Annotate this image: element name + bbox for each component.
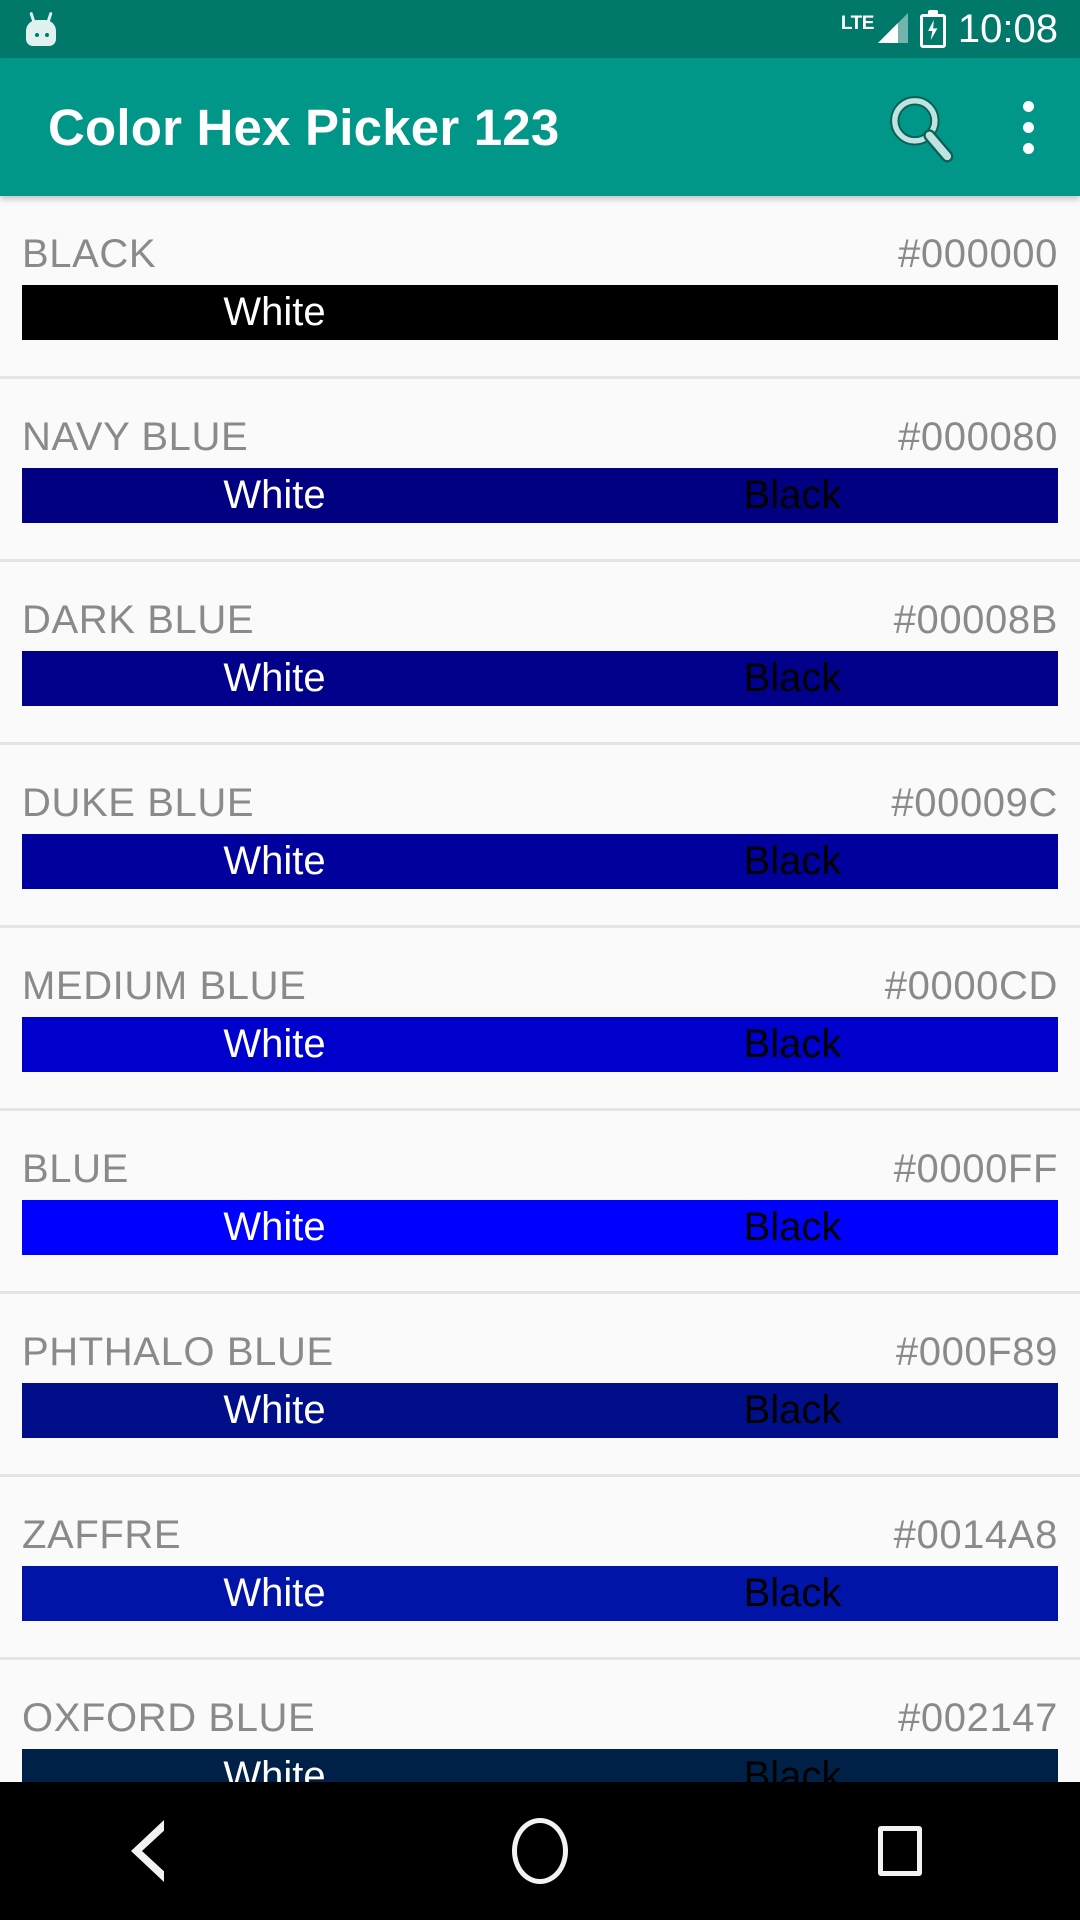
back-button[interactable]: [80, 1782, 280, 1920]
swatch-white-label: White: [223, 290, 326, 334]
more-vert-icon[interactable]: [976, 58, 1080, 196]
color-row-header: PHTHALO BLUE #000F89: [0, 1294, 1080, 1383]
color-hex-value: #0000FF: [893, 1147, 1058, 1191]
page-title: Color Hex Picker 123: [48, 98, 560, 156]
color-row-header: BLUE #0000FF: [0, 1111, 1080, 1200]
color-swatch[interactable]: White Black: [22, 1017, 1058, 1072]
color-hex-value: #000F89: [895, 1330, 1058, 1374]
status-bar-clock: 10:08: [957, 7, 1058, 51]
signal-bars-icon: [870, 11, 908, 49]
swatch-black-label: Black: [743, 839, 842, 883]
color-swatch[interactable]: White Black: [22, 834, 1058, 889]
color-swatch[interactable]: White Black: [22, 651, 1058, 706]
color-name: DARK BLUE: [22, 598, 255, 642]
color-list-item[interactable]: ZAFFRE #0014A8 White Black: [0, 1474, 1080, 1621]
app-bar: Color Hex Picker 123: [0, 58, 1080, 196]
phone-screen: LTE 10:08 Color Hex Picker 123 BLACK #00…: [0, 0, 1080, 1920]
color-list-item[interactable]: OXFORD BLUE #002147 White Black: [0, 1657, 1080, 1782]
swatch-black-label: Black: [743, 1754, 842, 1782]
color-list-item[interactable]: MEDIUM BLUE #0000CD White Black: [0, 925, 1080, 1072]
navigation-bar: [0, 1782, 1080, 1920]
color-list-item[interactable]: NAVY BLUE #000080 White Black: [0, 376, 1080, 523]
color-hex-value: #0000CD: [884, 964, 1058, 1008]
color-row-header: DARK BLUE #00008B: [0, 562, 1080, 651]
swatch-black-label: Black: [743, 1205, 842, 1249]
color-name: MEDIUM BLUE: [22, 964, 307, 1008]
color-row-header: MEDIUM BLUE #0000CD: [0, 928, 1080, 1017]
color-name: ZAFFRE: [22, 1513, 182, 1557]
color-name: OXFORD BLUE: [22, 1696, 316, 1740]
color-list-item[interactable]: DARK BLUE #00008B White Black: [0, 559, 1080, 706]
battery-charging-icon: [919, 10, 946, 48]
color-swatch[interactable]: White Black: [22, 1566, 1058, 1621]
color-name: BLUE: [22, 1147, 129, 1191]
recents-button[interactable]: [800, 1782, 1000, 1920]
recents-square-icon: [878, 1826, 922, 1876]
swatch-black-label: Black: [743, 473, 842, 517]
color-row-header: BLACK #000000: [0, 196, 1080, 285]
swatch-white-label: White: [223, 473, 326, 517]
color-hex-value: #00008B: [893, 598, 1058, 642]
swatch-white-label: White: [223, 656, 326, 700]
color-list-item[interactable]: BLACK #000000 White: [0, 196, 1080, 340]
color-list-item[interactable]: PHTHALO BLUE #000F89 White Black: [0, 1291, 1080, 1438]
color-row-header: OXFORD BLUE #002147: [0, 1660, 1080, 1749]
swatch-white-label: White: [223, 1205, 326, 1249]
color-swatch[interactable]: White Black: [22, 468, 1058, 523]
color-hex-value: #00009C: [891, 781, 1058, 825]
color-swatch[interactable]: White Black: [22, 1749, 1058, 1782]
search-button[interactable]: [866, 58, 976, 196]
swatch-white-label: White: [223, 1388, 326, 1432]
color-name: BLACK: [22, 232, 157, 276]
home-button[interactable]: [440, 1782, 640, 1920]
color-swatch[interactable]: White: [22, 285, 1058, 340]
swatch-white-label: White: [223, 839, 326, 883]
swatch-white-label: White: [223, 1022, 326, 1066]
color-hex-value: #000000: [898, 232, 1058, 276]
color-row-header: DUKE BLUE #00009C: [0, 745, 1080, 834]
color-hex-value: #002147: [898, 1696, 1058, 1740]
color-hex-value: #000080: [898, 415, 1058, 459]
color-list-item[interactable]: BLUE #0000FF White Black: [0, 1108, 1080, 1255]
color-swatch[interactable]: White Black: [22, 1383, 1058, 1438]
color-name: NAVY BLUE: [22, 415, 249, 459]
color-name: DUKE BLUE: [22, 781, 255, 825]
status-bar-left: [22, 10, 60, 48]
swatch-black-label: Black: [743, 656, 842, 700]
home-circle-icon: [512, 1818, 568, 1884]
color-hex-value: #0014A8: [893, 1513, 1058, 1557]
swatch-black-label: Black: [743, 1022, 842, 1066]
network-type-indicator: LTE: [839, 9, 908, 49]
color-row-header: NAVY BLUE #000080: [0, 379, 1080, 468]
swatch-white-label: White: [223, 1571, 326, 1615]
swatch-black-label: Black: [743, 1571, 842, 1615]
color-list-item[interactable]: DUKE BLUE #00009C White Black: [0, 742, 1080, 889]
search-icon: [890, 96, 954, 163]
status-bar: LTE 10:08: [0, 0, 1080, 58]
swatch-black-label: Black: [743, 1388, 842, 1432]
swatch-white-label: White: [223, 1754, 326, 1782]
android-mascot-icon: [22, 10, 60, 48]
back-triangle-icon: [130, 1820, 197, 1882]
color-row-header: ZAFFRE #0014A8: [0, 1477, 1080, 1566]
status-bar-right: LTE 10:08: [839, 9, 1058, 49]
color-swatch[interactable]: White Black: [22, 1200, 1058, 1255]
color-name: PHTHALO BLUE: [22, 1330, 334, 1374]
color-list[interactable]: BLACK #000000 White NAVY BLUE #000080 White Bl…: [0, 196, 1080, 1782]
